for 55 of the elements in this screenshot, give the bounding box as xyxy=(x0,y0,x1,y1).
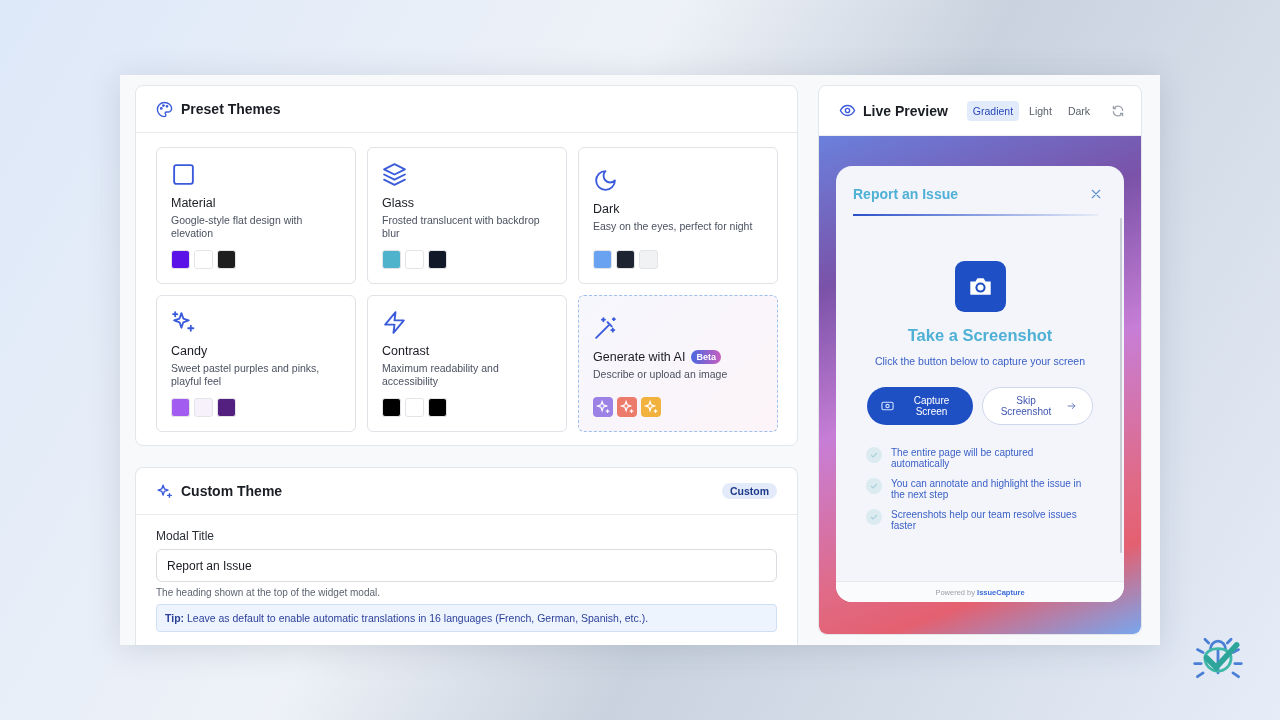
theme-card[interactable]: Contrast Maximum readability and accessibility xyxy=(367,295,567,432)
theme-card[interactable]: Generate with AI Beta Describe or upload an image xyxy=(578,295,778,432)
beta-badge: Beta xyxy=(691,350,721,364)
theme-name: Candy xyxy=(171,344,208,358)
close-icon[interactable] xyxy=(1090,188,1102,200)
modal-subtitle: Click the button below to capture your screen xyxy=(874,355,1086,367)
checklist-item: Screenshots help our team resolve issues faster xyxy=(891,509,1078,531)
tip-text: Tip: Leave as default to enable automatic translations in 16 languages (French, German, Spanish, etc.). xyxy=(156,604,777,632)
theme-card[interactable]: Material Google-style flat design with elevation xyxy=(156,147,356,284)
magic-wand-icon xyxy=(593,316,618,341)
sparkles-icon xyxy=(156,482,173,500)
theme-description: Google-style flat design with elevation xyxy=(171,214,304,240)
camera-icon xyxy=(954,261,1006,312)
field-help-text: The heading shown at the top of the widget modal. xyxy=(156,587,382,598)
theme-description: Maximum readability and accessibility xyxy=(382,362,500,388)
theme-description: Sweet pastel purples and pinks, playful feel xyxy=(171,362,321,388)
panel-title: Live Preview xyxy=(863,102,948,119)
capture-button[interactable]: Capture Screen xyxy=(867,387,973,425)
refresh-icon[interactable] xyxy=(1111,103,1125,118)
lightning-icon xyxy=(382,310,407,335)
sparkles-icon xyxy=(171,310,196,335)
section-title: Preset Themes xyxy=(181,101,281,117)
checklist-item: You can annotate and highlight the issue in the next step xyxy=(891,478,1083,500)
checklist-item: The entire page will be captured automatically xyxy=(891,447,1035,469)
theme-description: Easy on the eyes, perfect for night xyxy=(593,220,754,233)
theme-card[interactable]: Candy Sweet pastel purples and pinks, playful feel xyxy=(156,295,356,432)
custom-badge: Custom xyxy=(721,483,777,499)
theme-card[interactable]: Glass Frosted translucent with backdrop blur xyxy=(367,147,567,284)
field-label: Modal Title xyxy=(156,529,216,543)
theme-name: Material xyxy=(171,196,216,210)
theme-name: Dark xyxy=(593,202,620,216)
section-title: Custom Theme xyxy=(181,483,283,499)
theme-description: Describe or upload an image xyxy=(593,368,729,381)
eye-icon xyxy=(839,102,856,119)
theme-description: Frosted translucent with backdrop blur xyxy=(382,214,541,240)
theme-name: Glass xyxy=(382,196,414,210)
preview-tab[interactable]: Gradient xyxy=(966,100,1020,121)
palette-icon xyxy=(156,100,173,118)
check-icon xyxy=(866,478,882,494)
layers-icon xyxy=(382,162,407,187)
check-icon xyxy=(866,447,882,463)
modal-title-input[interactable]: Report an Issue xyxy=(156,549,777,582)
preview-tab[interactable]: Dark xyxy=(1061,100,1097,121)
check-icon xyxy=(866,509,882,525)
modal-title: Report an Issue xyxy=(853,186,959,202)
skip-button[interactable]: Skip Screenshot xyxy=(982,387,1093,425)
screen-icon xyxy=(881,401,894,411)
theme-card[interactable]: Dark Easy on the eyes, perfect for night xyxy=(578,147,778,284)
modal-heading: Take a Screenshot xyxy=(907,326,1053,345)
theme-name: Generate with AI xyxy=(593,350,686,364)
theme-name: Contrast xyxy=(382,344,430,358)
moon-icon xyxy=(593,168,618,193)
preview-tab[interactable]: Light xyxy=(1023,100,1058,121)
square-icon xyxy=(171,162,196,187)
arrow-right-icon xyxy=(1065,401,1078,411)
